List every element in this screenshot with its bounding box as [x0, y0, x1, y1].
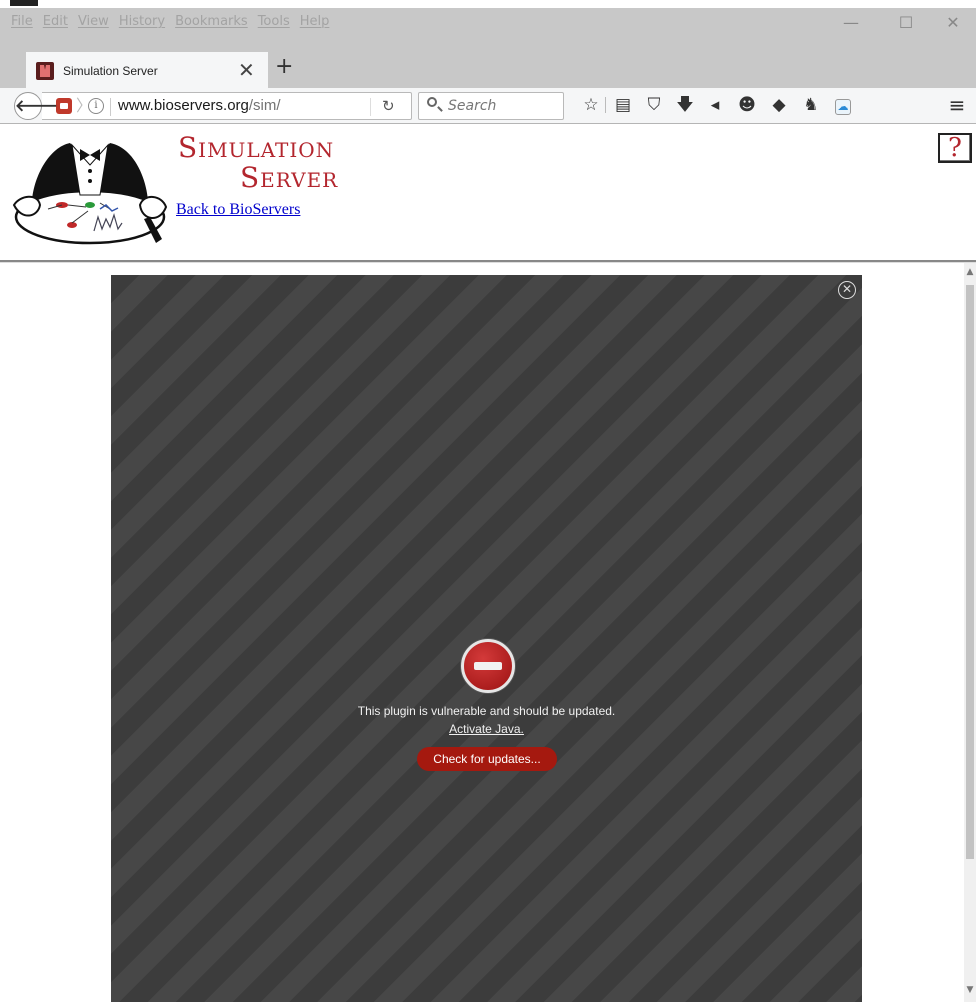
bookmark-star-icon[interactable]: ☆: [580, 94, 602, 116]
addon-icon[interactable]: ◆: [768, 94, 790, 116]
puppet-icon[interactable]: ♞: [800, 94, 822, 116]
activate-java-link: Activate Java.: [111, 721, 862, 737]
menu-view[interactable]: View: [73, 12, 114, 32]
simulation-server-logo: [12, 143, 168, 245]
toolbar-divider: [605, 97, 606, 113]
reload-divider: [370, 98, 371, 116]
plugin-warning-text: This plugin is vulnerable and should be …: [357, 704, 616, 718]
activate-java-link-text[interactable]: Activate Java.: [449, 722, 524, 736]
search-input[interactable]: Search: [418, 92, 564, 120]
url-bar[interactable]: 〉 i www.bioservers.org/sim/ ↻: [42, 92, 412, 120]
smiley-icon[interactable]: ☻: [736, 94, 758, 116]
header-divider: [0, 260, 976, 263]
java-plugin-placeholder[interactable]: ✕ This plugin is vulnerable and should b…: [111, 275, 862, 1002]
maximize-button[interactable]: ☐: [883, 12, 929, 34]
url-domain: www.bioservers.org: [118, 97, 249, 114]
close-window-button[interactable]: ✕: [930, 12, 976, 34]
url-divider: [110, 98, 111, 116]
site-identity-icon[interactable]: [56, 98, 72, 114]
tab-title: Simulation Server: [63, 64, 158, 78]
url-path: /sim/: [248, 97, 281, 114]
navigation-bar: 〉 i www.bioservers.org/sim/ ↻ 🡐 Search: [0, 88, 976, 124]
hamburger-menu-icon[interactable]: ≡: [946, 94, 968, 116]
menu-history[interactable]: History: [114, 12, 170, 32]
window-titlebar: File Edit View History Bookmarks Tools H…: [0, 0, 976, 44]
search-icon: [427, 97, 437, 107]
menu-help[interactable]: Help: [295, 12, 335, 32]
new-tab-button[interactable]: +: [275, 54, 293, 80]
menu-bookmarks[interactable]: Bookmarks: [170, 12, 253, 32]
title-line-simulation: Simulation: [178, 131, 335, 164]
page-content: Simulation Server Back to BioServers ? ✕…: [0, 125, 976, 1002]
download-icon[interactable]: 🡇: [674, 94, 696, 116]
menu-file[interactable]: File: [6, 12, 38, 32]
tab-strip: Simulation Server ✕ +: [0, 44, 976, 88]
help-button[interactable]: ?: [938, 133, 972, 163]
top-strip-mark: [10, 0, 38, 6]
back-button[interactable]: 🡐: [14, 92, 58, 120]
cloud-icon[interactable]: ☁: [832, 94, 854, 116]
pocket-icon[interactable]: ⛉: [643, 94, 665, 116]
site-favicon-icon: [36, 62, 54, 80]
scroll-down-arrow-icon[interactable]: ▼: [964, 983, 976, 997]
tab-simulation-server[interactable]: Simulation Server ✕: [26, 52, 268, 88]
back-to-bioservers-link[interactable]: Back to BioServers: [176, 201, 300, 219]
top-strip: [0, 0, 976, 8]
scroll-up-arrow-icon[interactable]: ▲: [964, 265, 976, 279]
url-text[interactable]: www.bioservers.org/sim/: [118, 96, 281, 116]
search-placeholder: Search: [448, 98, 497, 114]
title-line-server: Server: [240, 161, 339, 194]
menu-tools[interactable]: Tools: [253, 12, 295, 32]
reload-icon[interactable]: ↻: [382, 96, 395, 116]
vertical-scrollbar[interactable]: ▲ ▼: [964, 263, 976, 1002]
menu-edit[interactable]: Edit: [38, 12, 73, 32]
info-icon[interactable]: i: [88, 98, 104, 114]
blocked-plugin-icon: [461, 639, 515, 693]
minimize-button[interactable]: —: [828, 12, 874, 34]
tab-close-icon[interactable]: ✕: [238, 59, 255, 81]
scrollbar-thumb[interactable]: [966, 285, 974, 859]
close-plugin-notice-icon[interactable]: ✕: [838, 281, 856, 299]
check-for-updates-button[interactable]: Check for updates...: [417, 747, 557, 771]
send-icon[interactable]: ◂: [704, 94, 726, 116]
page-title: Simulation Server: [178, 133, 338, 193]
library-icon[interactable]: ▤: [612, 94, 634, 116]
menu-bar: File Edit View History Bookmarks Tools H…: [6, 12, 334, 32]
